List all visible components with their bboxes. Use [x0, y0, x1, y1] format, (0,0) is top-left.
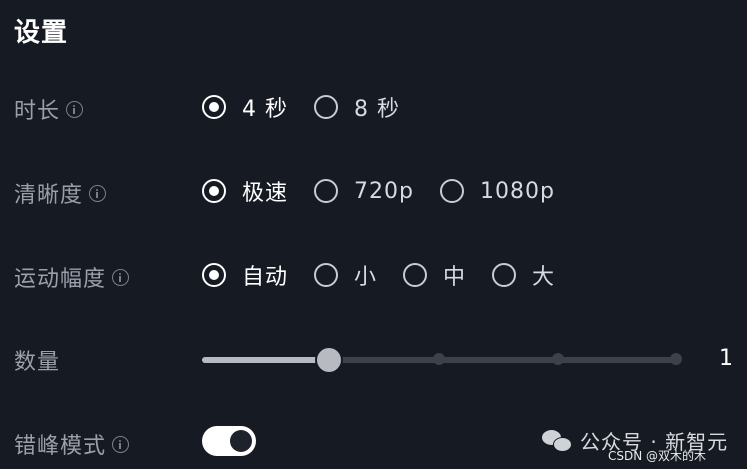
option-label: 中 [443, 265, 467, 290]
motion-label: 运动幅度 [14, 267, 107, 292]
resolution-options: 极速 720p 1080p [202, 175, 581, 207]
duration-options: 4 秒 8 秒 [202, 91, 426, 123]
duration-option-4s[interactable]: 4 秒 [202, 91, 288, 123]
quantity-row: 数量 1 [0, 338, 747, 378]
stagger-toggle[interactable] [202, 426, 256, 456]
stagger-label: 错峰模式 [14, 434, 107, 459]
option-label: 大 [532, 265, 556, 290]
page-title: 设置 [14, 18, 69, 48]
radio-selected-icon[interactable] [202, 95, 226, 119]
slider-fill [202, 357, 329, 363]
radio-icon[interactable] [439, 179, 464, 203]
motion-options: 自动 小 中 大 [202, 259, 581, 291]
info-icon[interactable] [89, 184, 107, 202]
radio-icon[interactable] [314, 95, 338, 119]
resolution-label-group: 清晰度 [14, 177, 107, 209]
motion-row: 运动幅度 自动 小 中 大 [0, 255, 747, 295]
info-icon[interactable] [112, 435, 130, 453]
slider-step-dot [551, 353, 564, 365]
option-label: 4 秒 [242, 97, 288, 122]
radio-icon[interactable] [403, 263, 428, 287]
motion-label-group: 运动幅度 [14, 261, 130, 293]
source-credit: CSDN @双木的木 [608, 449, 707, 463]
radio-icon[interactable] [314, 179, 339, 203]
duration-label: 时长 [14, 99, 61, 124]
option-label: 小 [354, 265, 378, 290]
option-label: 自动 [242, 265, 289, 290]
option-label: 1080p [479, 178, 555, 204]
info-icon[interactable] [112, 268, 130, 286]
radio-selected-icon[interactable] [202, 263, 226, 287]
option-label: 极速 [242, 181, 289, 206]
slider-step-dot [433, 353, 445, 365]
duration-option-8s[interactable]: 8 秒 [314, 91, 400, 123]
slider-step-dot [670, 353, 682, 365]
resolution-option-fast[interactable]: 极速 [202, 175, 288, 207]
toggle-knob [230, 430, 252, 452]
quantity-label-group: 数量 [14, 344, 60, 376]
quantity-label: 数量 [14, 350, 61, 375]
radio-selected-icon[interactable] [202, 179, 226, 203]
motion-option-small[interactable]: 小 [314, 259, 377, 291]
stagger-label-group: 错峰模式 [14, 428, 130, 460]
resolution-option-720p[interactable]: 720p [314, 179, 414, 204]
radio-icon[interactable] [314, 263, 339, 287]
info-icon[interactable] [66, 100, 84, 118]
motion-option-large[interactable]: 大 [492, 259, 555, 291]
duration-label-group: 时长 [14, 93, 84, 125]
duration-row: 时长 4 秒 8 秒 [0, 87, 747, 127]
resolution-row: 清晰度 极速 720p 1080p [0, 171, 747, 211]
radio-icon[interactable] [492, 263, 517, 287]
resolution-label: 清晰度 [14, 183, 84, 208]
quantity-value: 1 [719, 346, 733, 371]
option-label: 720p [354, 178, 414, 204]
motion-option-auto[interactable]: 自动 [202, 259, 288, 291]
quantity-slider[interactable] [202, 348, 682, 372]
option-label: 8 秒 [354, 97, 400, 122]
motion-option-medium[interactable]: 中 [403, 259, 466, 291]
resolution-option-1080p[interactable]: 1080p [439, 178, 555, 204]
wechat-icon [542, 429, 572, 452]
slider-thumb[interactable] [316, 348, 341, 372]
